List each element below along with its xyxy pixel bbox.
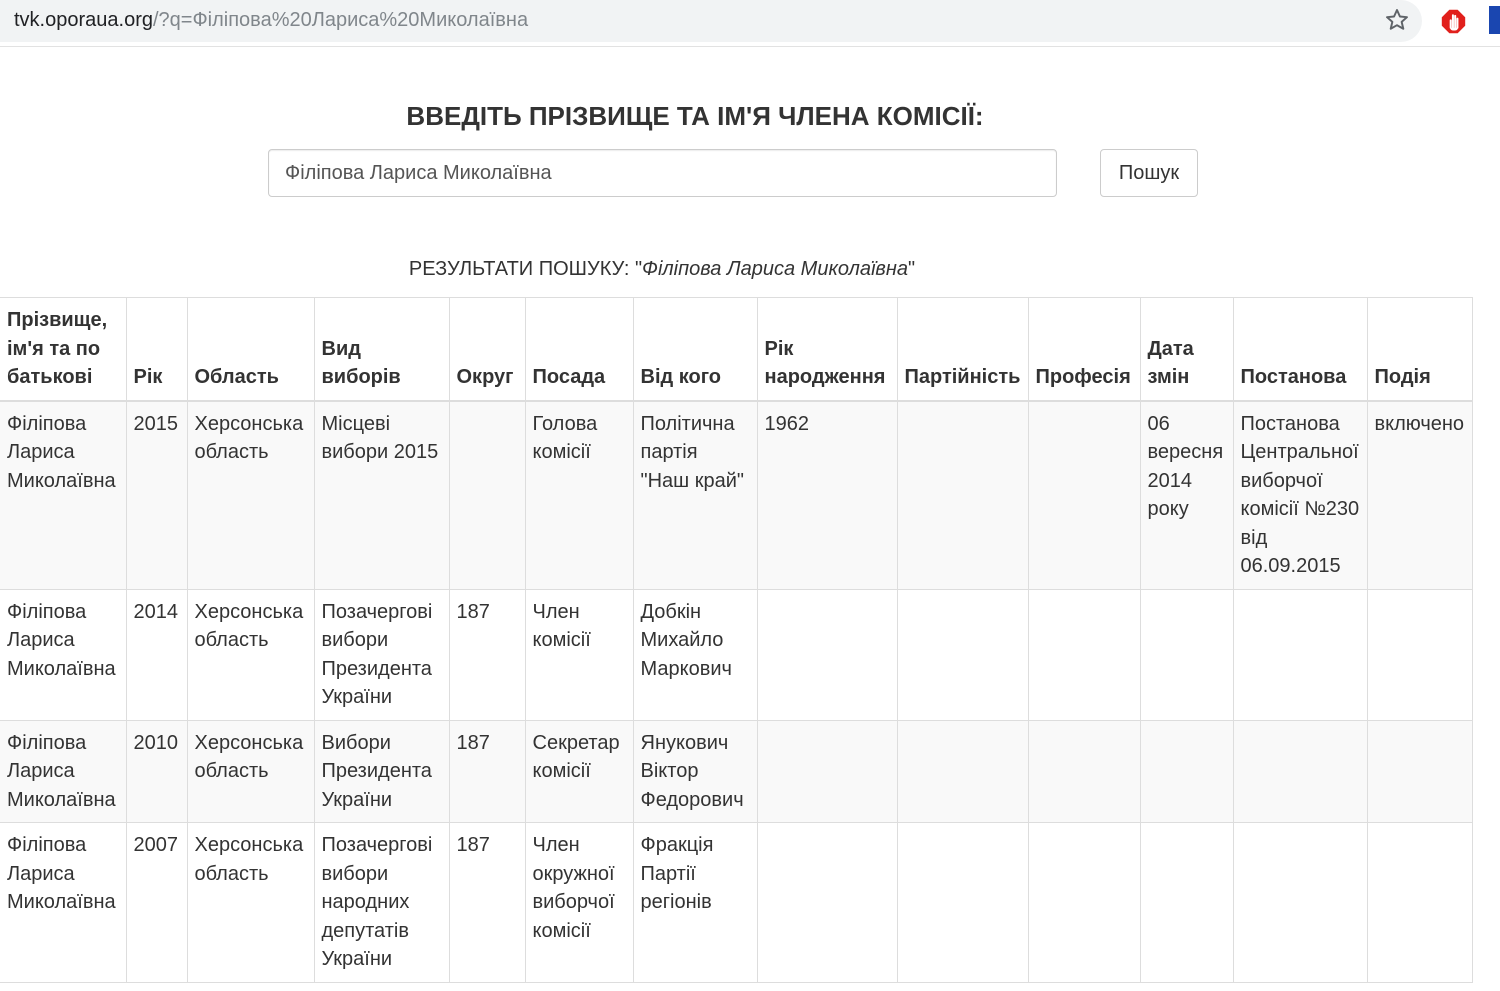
table-cell: Політична партія "Наш край" [632,400,758,590]
table-cell [756,588,898,721]
table-cell [896,719,1029,823]
table-cell: включено [1366,400,1473,590]
results-caption-prefix: РЕЗУЛЬТАТИ ПОШУКУ: " [408,258,643,280]
profile-icon[interactable] [1489,6,1500,34]
col-header: Прізвище, ім'я та по батькові [0,297,127,402]
results-caption: РЕЗУЛЬТАТИ ПОШУКУ: "Філіпова Лариса Мико… [0,258,1324,281]
table-cell: Місцеві вибори 2015 [313,400,450,590]
table-cell [448,400,526,590]
col-header: Рік народження [756,297,898,402]
table-cell [1027,400,1141,590]
col-header: Дата змін [1139,297,1234,402]
table-cell: 2010 [125,719,188,823]
table-cell: Голова комісії [524,400,634,590]
bookmark-star-icon[interactable] [1384,7,1410,33]
table-cell: Херсонська область [186,588,315,721]
table-cell: Добкін Михайло Маркович [632,588,758,721]
col-header: Подія [1366,297,1473,402]
table-cell [1366,588,1473,721]
col-header: Постанова [1232,297,1368,402]
table-cell [1027,822,1141,983]
col-header: Рік [125,297,188,402]
table-cell: Херсонська область [186,719,315,823]
url-host: tvk.oporaua.org [14,9,153,31]
table-cell: Секретар комісії [524,719,634,823]
table-cell [756,719,898,823]
table-cell: 187 [448,822,526,983]
results-caption-suffix: " [908,258,916,280]
table-cell: 2014 [125,588,188,721]
table-cell [896,822,1029,983]
col-header: Область [186,297,315,402]
table-cell: Фракція Партії регіонів [632,822,758,983]
table-header-row: Прізвище, ім'я та по батькові Рік Област… [0,297,1473,402]
col-header: Вид виборів [313,297,450,402]
url-text[interactable]: tvk.oporaua.org/?q=Філіпова%20Лариса%20М… [14,9,528,32]
table-cell: Філіпова Лариса Миколаївна [0,822,127,983]
table-row: Філіпова Лариса Миколаївна 2010 Херсонсь… [0,719,1473,823]
col-header: Партійність [896,297,1029,402]
table-cell [1232,719,1368,823]
table-cell [896,400,1029,590]
table-cell: Позачергові вибори Президента України [313,588,450,721]
col-header: Посада [524,297,634,402]
table-cell: 1962 [756,400,898,590]
table-row: Філіпова Лариса Миколаївна 2014 Херсонсь… [0,588,1473,721]
table-cell: Позачергові вибори народних депутатів Ук… [313,822,450,983]
table-cell: Філіпова Лариса Миколаївна [0,400,127,590]
table-cell [896,588,1029,721]
table-cell [1366,719,1473,823]
table-cell: 06 вересня 2014 року [1139,400,1234,590]
url-query: /?q=Філіпова%20Лариса%20Миколаївна [152,9,529,31]
table-cell [1232,588,1368,721]
table-cell [1027,719,1141,823]
search-input[interactable] [268,149,1057,197]
table-cell: 2015 [125,400,188,590]
results-caption-query: Філіпова Лариса Миколаївна [642,258,909,280]
table-cell: Член комісії [524,588,634,721]
table-row: Філіпова Лариса Миколаївна 2015 Херсонсь… [0,400,1473,590]
table-cell: Філіпова Лариса Миколаївна [0,719,127,823]
table-cell: Херсонська область [186,400,315,590]
table-cell [1139,719,1234,823]
table-cell [1366,822,1473,983]
table-row: Філіпова Лариса Миколаївна 2007 Херсонсь… [0,822,1473,983]
results-table: Прізвище, ім'я та по батькові Рік Област… [0,297,1473,983]
col-header: Професія [1027,297,1141,402]
table-cell [1139,588,1234,721]
table-cell: 187 [448,588,526,721]
table-cell [1027,588,1141,721]
table-cell: Вибори Президента України [313,719,450,823]
table-cell [1232,822,1368,983]
search-button[interactable]: Пошук [1100,149,1198,197]
address-bar[interactable]: tvk.oporaua.org/?q=Філіпова%20Лариса%20М… [0,0,1422,42]
browser-toolbar: tvk.oporaua.org/?q=Філіпова%20Лариса%20М… [0,0,1500,47]
table-cell: Член окружної виборчої комісії [524,822,634,983]
table-cell: Філіпова Лариса Миколаївна [0,588,127,721]
col-header: Від кого [632,297,758,402]
table-cell: 2007 [125,822,188,983]
table-cell: Янукович Віктор Федорович [632,719,758,823]
col-header: Округ [448,297,526,402]
table-cell: 187 [448,719,526,823]
table-cell [1139,822,1234,983]
table-cell [756,822,898,983]
adblock-extension-icon[interactable] [1440,8,1467,35]
table-cell: Херсонська область [186,822,315,983]
search-heading: ВВЕДІТЬ ПРІЗВИЩЕ ТА ІМ'Я ЧЛЕНА КОМІСІЇ: [406,101,984,131]
table-cell: Постанова Центральної виборчої комісії №… [1232,400,1368,590]
